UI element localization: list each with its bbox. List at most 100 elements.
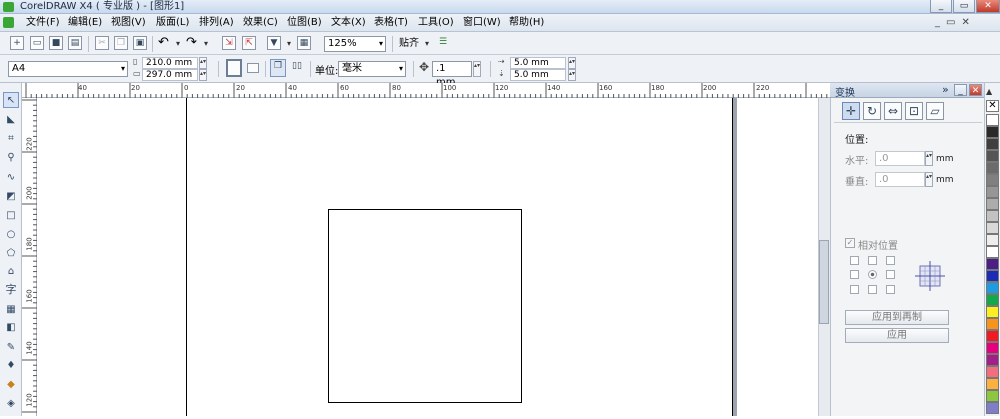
minimize-button[interactable]: _ xyxy=(930,0,952,13)
anchor-top-right[interactable] xyxy=(886,256,895,265)
color-swatch[interactable] xyxy=(986,234,999,246)
save-icon[interactable]: ■ xyxy=(49,36,63,50)
vertical-position-field[interactable]: .0 xyxy=(875,172,925,187)
menu-view[interactable]: 视图(V) xyxy=(110,14,147,32)
snap-dropdown-icon[interactable]: ▾ xyxy=(421,37,433,51)
freehand-tool-icon[interactable]: ∿ xyxy=(3,170,19,186)
anchor-bottom-center[interactable] xyxy=(868,285,877,294)
paste-icon[interactable]: ▣ xyxy=(133,36,147,50)
chevron-down-icon[interactable]: ▾ xyxy=(399,62,403,76)
color-swatch[interactable] xyxy=(986,126,999,138)
color-swatch[interactable] xyxy=(986,378,999,390)
print-icon[interactable]: ▤ xyxy=(68,36,82,50)
color-swatch[interactable] xyxy=(986,186,999,198)
launcher-dropdown-icon[interactable]: ▾ xyxy=(283,37,295,51)
collapse-docker-icon[interactable]: » xyxy=(942,83,949,96)
menu-file[interactable]: 文件(F) xyxy=(25,14,61,32)
menu-help[interactable]: 帮助(H) xyxy=(508,14,545,32)
color-swatch[interactable] xyxy=(986,138,999,150)
palette-scroll-up-icon[interactable]: ▲ xyxy=(986,87,992,96)
maximize-button[interactable]: ▭ xyxy=(953,0,975,13)
polygon-tool-icon[interactable]: ⬠ xyxy=(3,246,19,262)
color-swatch[interactable] xyxy=(986,222,999,234)
anchor-bottom-left[interactable] xyxy=(850,285,859,294)
shape-tool-icon[interactable]: ◣ xyxy=(3,112,19,128)
duplicate-y-field[interactable]: 5.0 mm xyxy=(510,69,566,81)
color-swatch[interactable] xyxy=(986,342,999,354)
fill-tool-icon[interactable]: ◆ xyxy=(3,377,19,393)
color-swatch[interactable] xyxy=(986,198,999,210)
rectangle-tool-icon[interactable]: □ xyxy=(3,208,19,224)
color-swatch[interactable] xyxy=(986,294,999,306)
height-spinner[interactable]: ▴▾ xyxy=(199,69,207,81)
size-tab-icon[interactable]: ⊡ xyxy=(905,102,923,120)
page-height-field[interactable]: 297.0 mm xyxy=(142,69,198,81)
options-icon[interactable]: ☰ xyxy=(436,36,450,50)
anchor-top-left[interactable] xyxy=(850,256,859,265)
text-tool-icon[interactable]: 字 xyxy=(3,282,19,298)
redo-icon[interactable]: ↷ xyxy=(186,36,197,50)
color-swatch[interactable] xyxy=(986,402,999,414)
table-tool-icon[interactable]: ▦ xyxy=(3,302,19,318)
new-icon[interactable]: + xyxy=(10,36,24,50)
menu-tools[interactable]: 工具(O) xyxy=(417,14,455,32)
ellipse-tool-icon[interactable]: ○ xyxy=(3,227,19,243)
menu-text[interactable]: 文本(X) xyxy=(330,14,367,32)
duplicate-x-field[interactable]: 5.0 mm xyxy=(510,57,566,69)
pick-tool-icon[interactable]: ↖ xyxy=(3,92,19,108)
chevron-down-icon[interactable]: ▾ xyxy=(379,37,383,51)
color-swatch[interactable] xyxy=(986,270,999,282)
dup-x-spinner[interactable]: ▴▾ xyxy=(568,57,576,69)
relative-position-checkbox[interactable]: ✓ xyxy=(845,238,855,248)
anchor-bottom-right[interactable] xyxy=(886,285,895,294)
color-swatch[interactable] xyxy=(986,282,999,294)
horizontal-spinner[interactable]: ▴▾ xyxy=(925,151,933,166)
menu-table[interactable]: 表格(T) xyxy=(373,14,409,32)
color-swatch[interactable] xyxy=(986,354,999,366)
anchor-top-center[interactable] xyxy=(868,256,877,265)
chevron-down-icon[interactable]: ▾ xyxy=(121,62,125,76)
color-swatch[interactable] xyxy=(986,114,999,126)
interactive-fill-tool-icon[interactable]: ◈ xyxy=(3,396,19,412)
open-icon[interactable]: ▭ xyxy=(30,36,44,50)
eyedropper-tool-icon[interactable]: ✎ xyxy=(3,340,19,356)
redo-dropdown-icon[interactable]: ▾ xyxy=(200,37,212,51)
anchor-center[interactable] xyxy=(868,270,877,279)
import-icon[interactable]: ⇲ xyxy=(222,36,236,50)
menu-window[interactable]: 窗口(W) xyxy=(462,14,502,32)
outline-tool-icon[interactable]: ♦ xyxy=(3,358,19,374)
interactive-blend-tool-icon[interactable]: ◧ xyxy=(3,320,19,336)
no-color-swatch[interactable]: ✕ xyxy=(986,100,999,112)
portrait-icon[interactable] xyxy=(226,59,242,77)
copy-icon[interactable]: ❐ xyxy=(114,36,128,50)
color-swatch[interactable] xyxy=(986,318,999,330)
menu-layout[interactable]: 版面(L) xyxy=(155,14,190,32)
anchor-middle-left[interactable] xyxy=(850,270,859,279)
apply-button[interactable]: 应用 xyxy=(845,328,949,343)
cut-icon[interactable]: ✂ xyxy=(95,36,109,50)
doc-icon[interactable] xyxy=(3,17,14,28)
color-swatch[interactable] xyxy=(986,246,999,258)
scrollbar-thumb[interactable] xyxy=(819,240,829,324)
current-page-icon[interactable]: ▯▯ xyxy=(290,60,304,74)
apply-to-duplicate-button[interactable]: 应用到再制 xyxy=(845,310,949,325)
color-swatch[interactable] xyxy=(986,306,999,318)
doc-window-controls[interactable]: _▭✕ xyxy=(935,17,976,28)
width-spinner[interactable]: ▴▾ xyxy=(199,57,207,69)
undo-icon[interactable]: ↶ xyxy=(158,36,169,50)
export-icon[interactable]: ⇱ xyxy=(242,36,256,50)
dup-y-spinner[interactable]: ▴▾ xyxy=(568,69,576,81)
app-launcher-icon[interactable]: ▼ xyxy=(267,36,281,50)
close-window-button[interactable]: ✕ xyxy=(976,0,1000,13)
menu-edit[interactable]: 编辑(E) xyxy=(67,14,103,32)
color-swatch[interactable] xyxy=(986,330,999,342)
zoom-level-field[interactable]: 125% ▾ xyxy=(324,36,386,52)
color-swatch[interactable] xyxy=(986,258,999,270)
undo-dropdown-icon[interactable]: ▾ xyxy=(172,37,184,51)
paper-size-select[interactable]: A4 ▾ xyxy=(8,61,128,77)
color-swatch[interactable] xyxy=(986,210,999,222)
color-swatch[interactable] xyxy=(986,390,999,402)
color-swatch[interactable] xyxy=(986,162,999,174)
skew-tab-icon[interactable]: ▱ xyxy=(926,102,944,120)
color-swatch[interactable] xyxy=(986,174,999,186)
